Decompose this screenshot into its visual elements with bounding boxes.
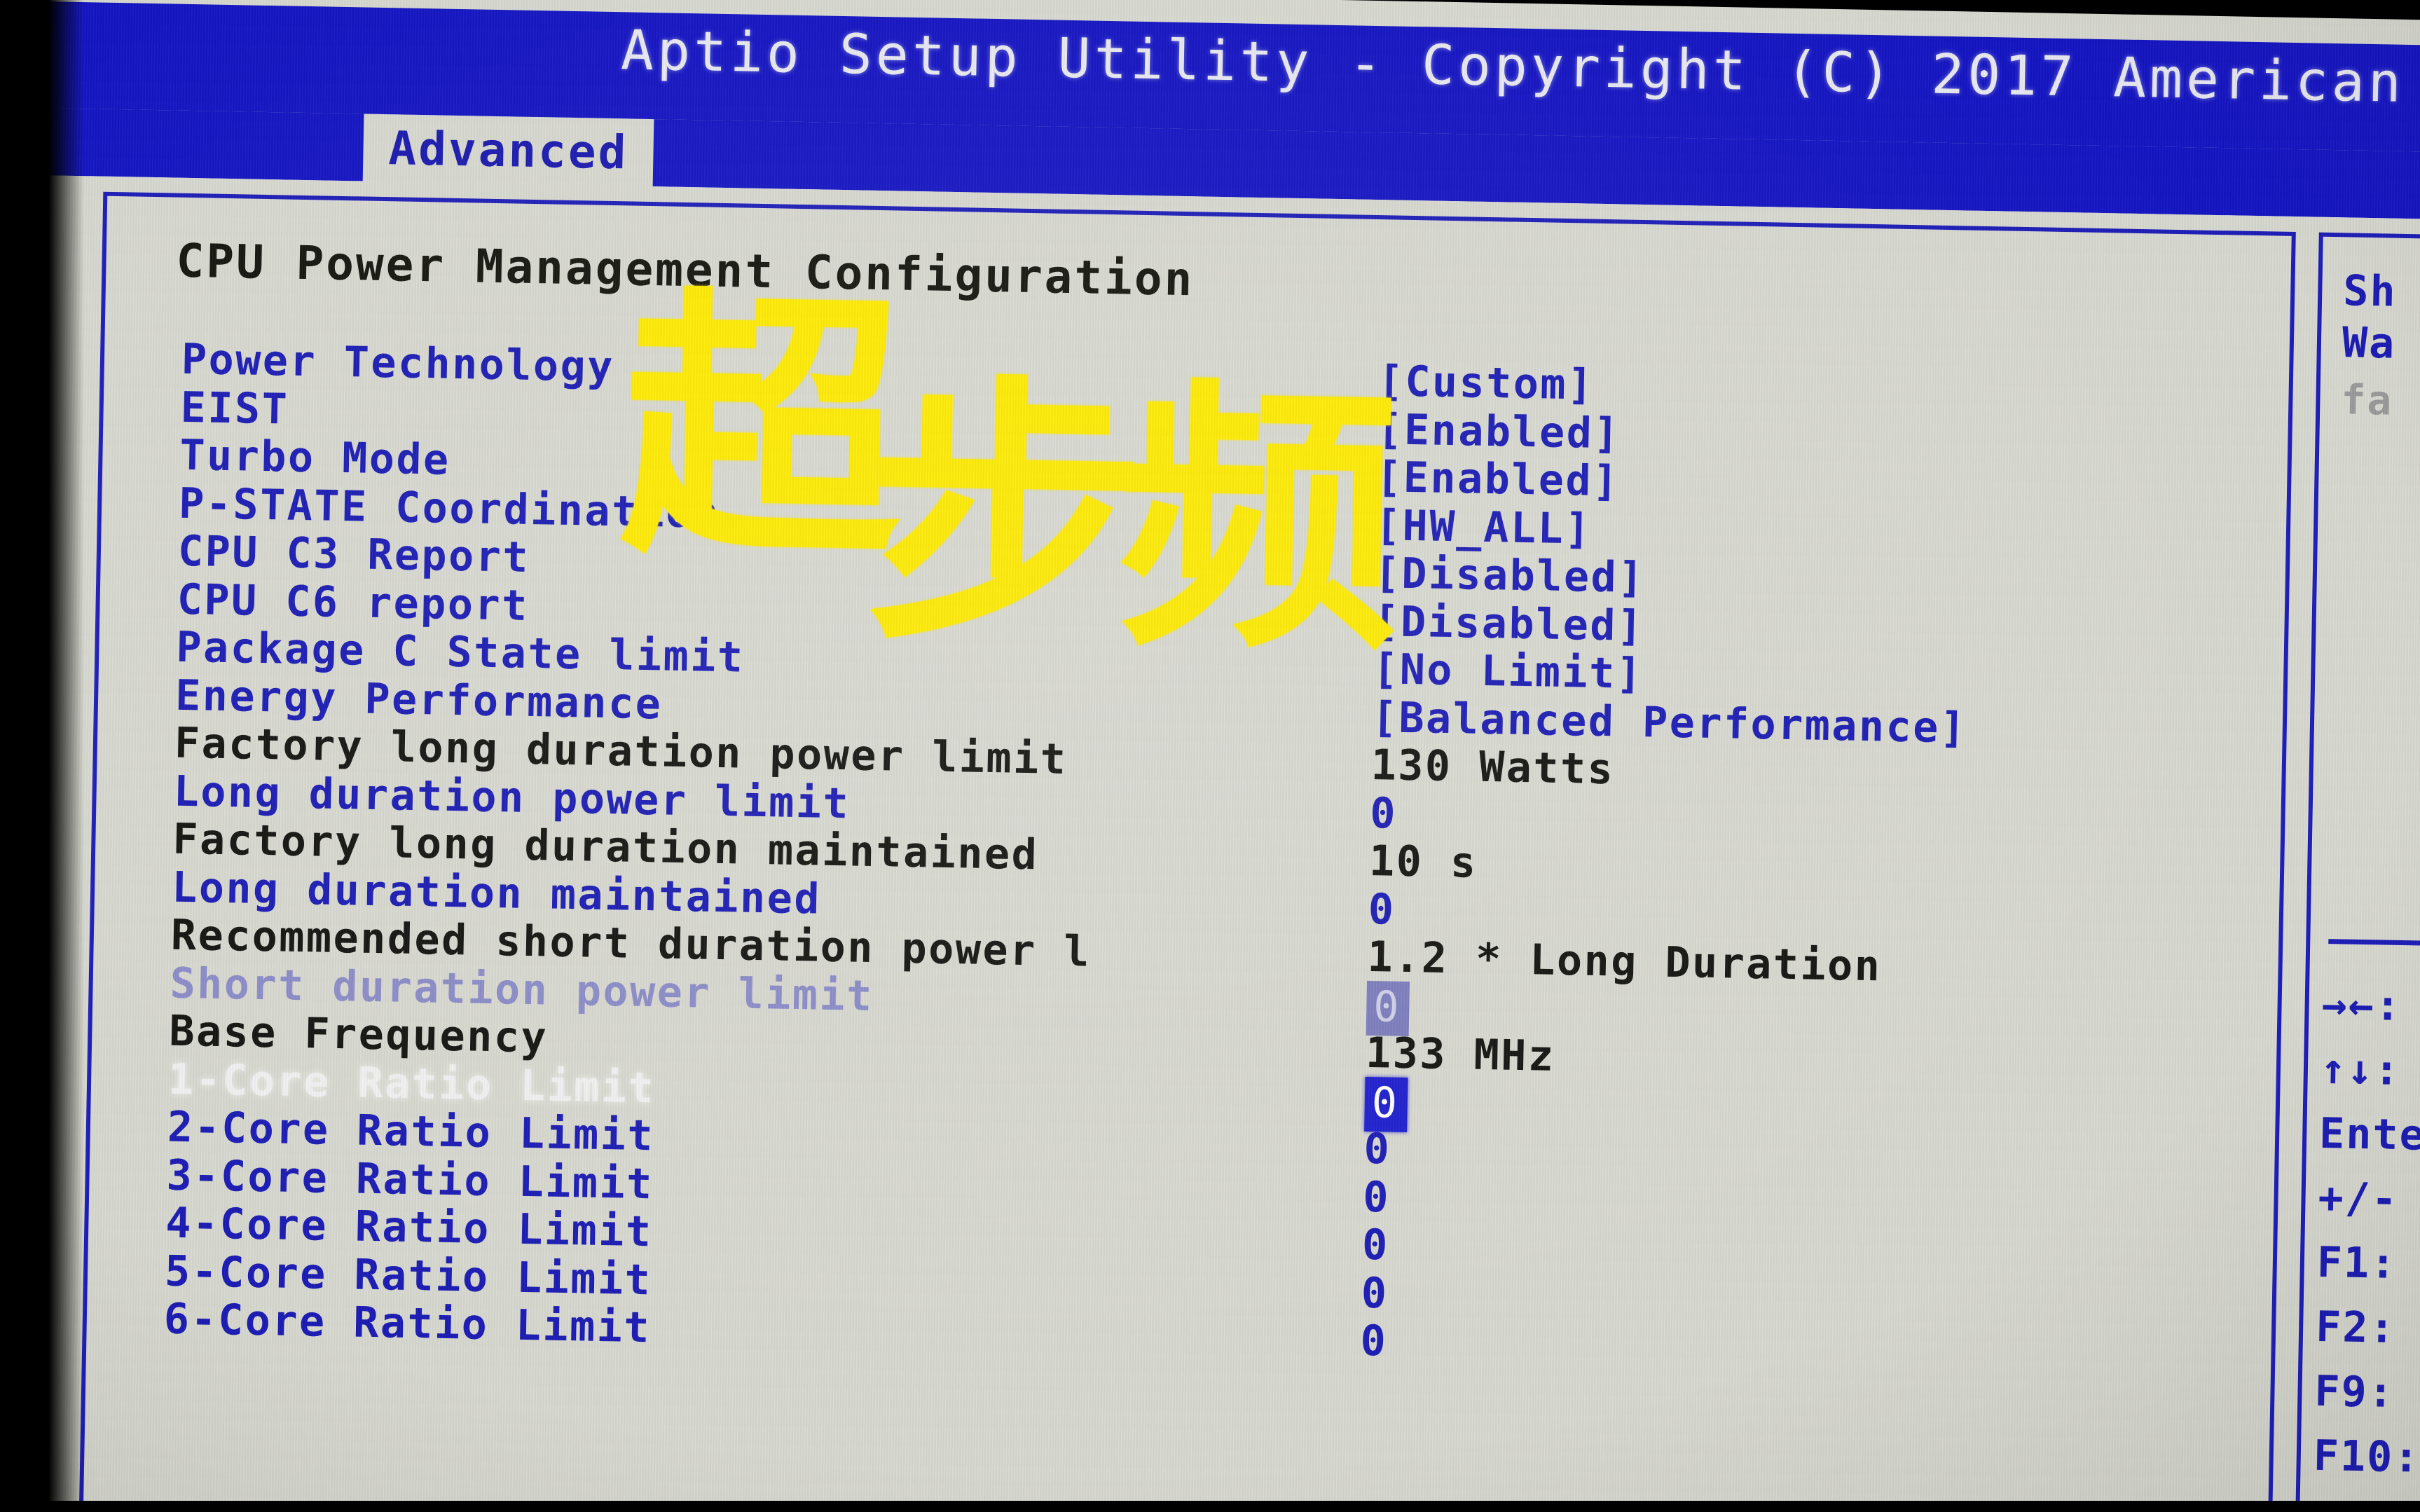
setting-value[interactable]: 130 Watts xyxy=(1370,741,1615,794)
setting-value[interactable]: [Enabled] xyxy=(1376,453,1621,506)
key-legend-row: ↑↓: xyxy=(2320,1044,2401,1095)
setting-value[interactable]: 0 xyxy=(1363,1172,1391,1222)
key-legend-row: Ente xyxy=(2318,1108,2420,1160)
help-divider xyxy=(2328,939,2420,951)
bios-screenshot: Aptio Setup Utility - Copyright (C) 2017… xyxy=(0,0,2420,1512)
setting-label: CPU C6 report xyxy=(177,575,530,631)
setting-value[interactable]: 133 MHz xyxy=(1366,1029,1556,1081)
setting-value[interactable]: 0 xyxy=(1368,884,1396,934)
key-legend: →←:↑↓:Ente+/- :F1:F2:F9:F10:ESC: xyxy=(2311,973,2420,1512)
setting-value[interactable]: 0 xyxy=(1364,1076,1408,1132)
setting-label: 6-Core Ratio Limit xyxy=(163,1294,652,1353)
watermark-char-2: 步频 xyxy=(862,352,1374,687)
setting-value[interactable]: 10 s xyxy=(1369,837,1478,888)
setting-label: CPU C3 Report xyxy=(177,526,530,582)
help-description: fa xyxy=(2340,376,2393,425)
help-heading: Sh Wa xyxy=(2342,265,2420,376)
key-legend-row: F10: xyxy=(2313,1431,2420,1483)
setting-value[interactable]: 0 xyxy=(1363,1125,1391,1174)
help-heading-line1: Sh xyxy=(2342,266,2398,317)
tab-advanced[interactable]: Advanced xyxy=(362,114,654,192)
setting-value[interactable]: [No Limit] xyxy=(1373,645,1644,699)
setting-value[interactable]: 0 xyxy=(1370,788,1398,838)
setting-value[interactable]: 0 xyxy=(1360,1317,1388,1366)
setting-label: Base Frequency xyxy=(168,1006,549,1063)
setting-value[interactable]: [Enabled] xyxy=(1377,405,1621,458)
setting-value[interactable]: [Disabled] xyxy=(1374,549,1645,603)
setting-value[interactable]: [Disabled] xyxy=(1373,597,1644,651)
key-legend-row: F1: xyxy=(2316,1237,2398,1288)
monitor-bezel-bottom xyxy=(0,1501,2420,1512)
help-pane: Sh Wa fa →←:↑↓:Ente+/- :F1:F2:F9:F10:ESC… xyxy=(2294,232,2420,1512)
setting-value[interactable]: 0 xyxy=(1361,1221,1389,1270)
monitor-bezel-left xyxy=(0,0,84,1512)
key-legend-row: F2: xyxy=(2315,1302,2397,1353)
watermark-char-1: 超 xyxy=(618,265,876,596)
app-title: Aptio Setup Utility - Copyright (C) 2017… xyxy=(620,19,2420,117)
key-legend-row: +/- : xyxy=(2317,1173,2420,1225)
setting-label: EIST xyxy=(180,383,289,434)
setting-value[interactable]: 0 xyxy=(1361,1268,1389,1318)
setting-value[interactable]: [HW_ALL] xyxy=(1375,501,1592,554)
setting-value[interactable]: 0 xyxy=(1366,980,1410,1036)
setting-label: Turbo Mode xyxy=(179,430,451,485)
key-legend-row: F9: xyxy=(2314,1366,2395,1417)
overclock-watermark: 超 步频 xyxy=(618,265,1373,687)
key-legend-row: →←: xyxy=(2321,980,2402,1031)
setting-value[interactable]: [Custom] xyxy=(1377,357,1595,410)
monitor-screen: Aptio Setup Utility - Copyright (C) 2017… xyxy=(11,0,2420,1512)
setting-label: Power Technology xyxy=(181,334,615,392)
help-heading-line2: Wa xyxy=(2342,318,2396,369)
